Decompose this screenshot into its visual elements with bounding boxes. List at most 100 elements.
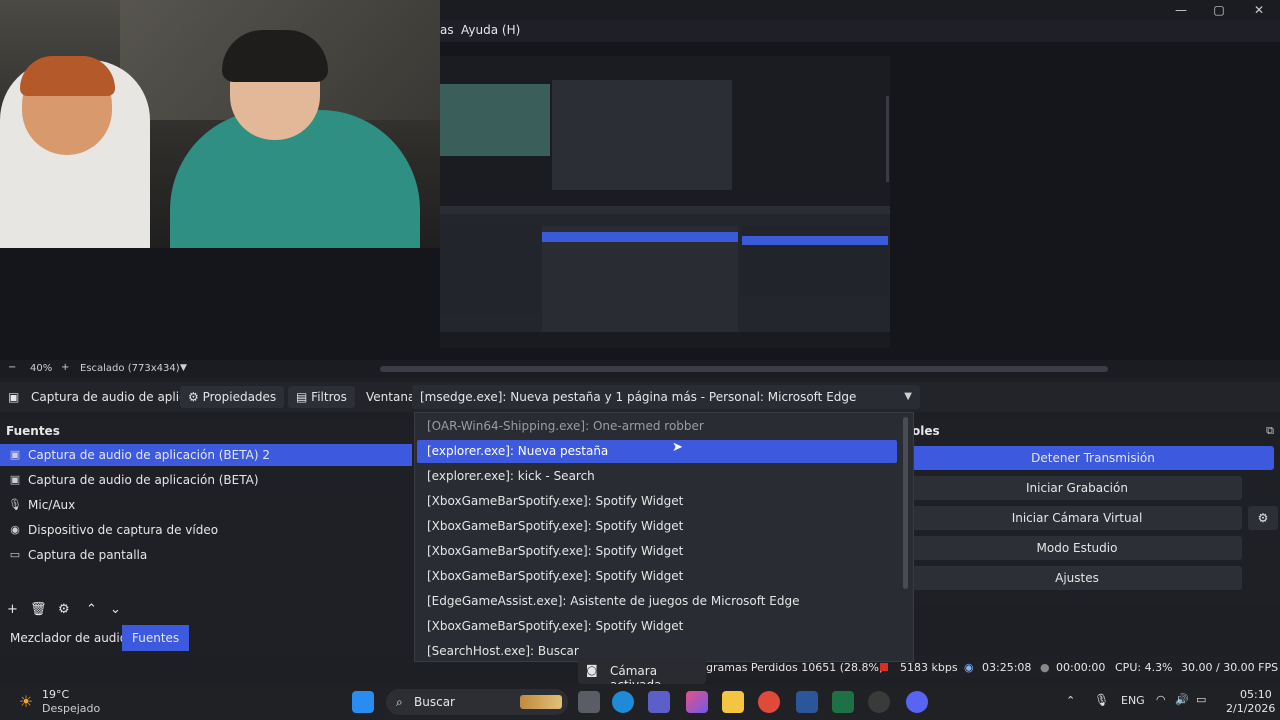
selected-source-name: Captura de audio de aplica — [31, 390, 194, 404]
word-icon[interactable] — [796, 691, 818, 713]
dropdown-item[interactable]: [EdgeGameAssist.exe]: Asistente de juego… — [417, 590, 897, 613]
app-audio-icon: ▣ — [8, 390, 20, 404]
gear-icon: ⚙ — [188, 390, 199, 404]
source-item[interactable]: 🎙 Mic/Aux — [0, 494, 412, 516]
mouse-cursor-icon: ➤ — [672, 440, 683, 455]
dropdown-item[interactable]: [XboxGameBarSpotify.exe]: Spotify Widget — [417, 515, 897, 538]
window-select-value: [msedge.exe]: Nueva pestaña y 1 página m… — [420, 390, 857, 404]
file-explorer-icon[interactable] — [722, 691, 744, 713]
microphone-icon: 🎙 — [8, 498, 22, 511]
dropdown-scrollbar[interactable] — [903, 417, 908, 589]
cpu-usage: CPU: 4.3% — [1115, 661, 1173, 674]
controls-dock: oles ⧉ Detener Transmisión Iniciar Graba… — [912, 420, 1280, 606]
gear-icon[interactable]: ⚙ — [58, 602, 70, 617]
source-item[interactable]: ▣ Captura de audio de aplicación (BETA) … — [0, 444, 412, 466]
source-item-label: Captura de audio de aplicación (BETA) — [28, 473, 259, 487]
filters-label: Filtros — [311, 390, 347, 404]
discord-icon[interactable] — [906, 691, 928, 713]
dropdown-item[interactable]: [XboxGameBarSpotify.exe]: Spotify Widget — [417, 565, 897, 588]
window-select[interactable]: [msedge.exe]: Nueva pestaña y 1 página m… — [412, 385, 920, 409]
preview-horizontal-scrollbar[interactable] — [380, 366, 1108, 372]
menu-item-help[interactable]: Ayuda (H) — [461, 23, 520, 37]
tab-audio-mixer[interactable]: Mezclador de audio — [0, 625, 137, 651]
source-item-label: Mic/Aux — [28, 498, 76, 512]
chevron-down-icon[interactable]: ▼ — [180, 363, 187, 373]
start-recording-button[interactable]: Iniciar Grabación — [912, 476, 1242, 500]
microphone-icon[interactable]: 🎙 — [1094, 693, 1109, 707]
trash-icon[interactable]: 🗑 — [30, 602, 47, 617]
source-item[interactable]: ◉ Dispositivo de captura de vídeo — [0, 519, 412, 541]
stop-stream-button[interactable]: Detener Transmisión — [912, 446, 1274, 470]
chrome-icon[interactable] — [758, 691, 780, 713]
wifi-icon[interactable]: ◠ — [1156, 693, 1166, 706]
chevron-up-icon[interactable]: ⌃ — [86, 602, 97, 617]
language-indicator[interactable]: ENG — [1121, 694, 1145, 707]
start-virtual-camera-button[interactable]: Iniciar Cámara Virtual — [912, 506, 1242, 530]
weather-desc[interactable]: Despejado — [42, 702, 100, 715]
filters-button[interactable]: ▤ Filtros — [288, 386, 355, 408]
chevron-down-icon: ▼ — [904, 391, 912, 402]
camera-icon: ◉ — [10, 523, 20, 536]
close-button[interactable]: ✕ — [1244, 2, 1274, 18]
dropdown-item[interactable]: [explorer.exe]: kick - Search — [417, 465, 897, 488]
recording-dot-icon — [880, 663, 888, 671]
nested-scrollbar — [886, 96, 889, 182]
add-icon[interactable]: + — [7, 602, 18, 617]
frames-dropped: gramas Perdidos 10651 (28.8%) — [706, 661, 884, 674]
virtual-camera-settings-button[interactable]: ⚙ — [1248, 506, 1278, 530]
copilot-icon[interactable] — [686, 691, 708, 713]
source-item[interactable]: ▣ Captura de audio de aplicación (BETA) — [0, 469, 412, 491]
dropdown-item[interactable]: [XboxGameBarSpotify.exe]: Spotify Widget — [417, 615, 897, 638]
studio-mode-button[interactable]: Modo Estudio — [912, 536, 1242, 560]
zoom-out-button[interactable]: − — [8, 362, 16, 373]
edge-icon[interactable] — [612, 691, 634, 713]
filter-icon: ▤ — [296, 390, 308, 404]
dropdown-item[interactable]: [XboxGameBarSpotify.exe]: Spotify Widget — [417, 490, 897, 513]
sources-title: Fuentes — [6, 424, 60, 438]
webcam-feed — [0, 0, 440, 248]
clock-date[interactable]: 2/1/2026 — [1226, 702, 1275, 715]
dropdown-item[interactable]: [XboxGameBarSpotify.exe]: Spotify Widget — [417, 540, 897, 563]
obs-icon[interactable] — [868, 691, 890, 713]
source-properties-bar: ▣ Captura de audio de aplica ⚙ Propiedad… — [0, 382, 1280, 412]
camera-icon: ◙ — [586, 663, 598, 677]
volume-icon[interactable]: 🔊 — [1175, 693, 1189, 706]
taskbar-search[interactable]: ⌕ Buscar — [386, 689, 568, 715]
scale-label: Escalado (773x434) — [80, 363, 180, 374]
maximize-button[interactable]: ▢ — [1204, 2, 1234, 18]
app-audio-icon: ▣ — [9, 448, 21, 461]
taskbar: ☀ 19°C Despejado ⌕ Buscar ⌃ 🎙 ENG ◠ 🔊 ▭ … — [0, 684, 1280, 720]
monitor-icon: ▭ — [9, 548, 21, 561]
undock-icon[interactable]: ⧉ — [1266, 424, 1274, 438]
battery-icon[interactable]: ▭ — [1196, 693, 1206, 706]
source-item-label: Captura de audio de aplicación (BETA) 2 — [28, 448, 270, 462]
zoom-in-button[interactable]: + — [61, 362, 69, 373]
dropdown-item[interactable]: [explorer.exe]: Nueva pestaña — [417, 440, 897, 463]
teams-icon[interactable] — [648, 691, 670, 713]
properties-label: Propiedades — [202, 390, 277, 404]
record-time: 00:00:00 — [1056, 661, 1106, 674]
fps-readout: 30.00 / 30.00 FPS — [1181, 661, 1279, 674]
gear-icon: ⚙ — [1257, 511, 1269, 525]
search-highlight-image — [520, 695, 562, 709]
task-view-icon[interactable] — [578, 691, 600, 713]
broadcast-icon: ◉ — [964, 661, 974, 674]
weather-temp[interactable]: 19°C — [42, 688, 69, 701]
chevron-down-icon[interactable]: ⌄ — [110, 602, 121, 617]
app-audio-icon: ▣ — [9, 473, 21, 486]
clock-time[interactable]: 05:10 — [1240, 688, 1272, 701]
dropdown-item[interactable]: [OAR-Win64-Shipping.exe]: One-armed robb… — [417, 415, 897, 438]
tab-sources[interactable]: Fuentes — [122, 625, 190, 651]
excel-icon[interactable] — [832, 691, 854, 713]
weather-icon[interactable]: ☀ — [14, 691, 38, 713]
windows-start-icon[interactable] — [352, 691, 374, 713]
menu-item-tools-partial[interactable]: as — [440, 23, 454, 37]
chevron-up-icon[interactable]: ⌃ — [1066, 694, 1075, 707]
screen-capture-preview — [440, 56, 890, 348]
source-item[interactable]: ▭ Captura de pantalla — [0, 544, 412, 566]
settings-button[interactable]: Ajustes — [912, 566, 1242, 590]
minimize-button[interactable]: — — [1166, 2, 1196, 18]
taskbar-search-label: Buscar — [414, 695, 455, 709]
properties-button[interactable]: ⚙ Propiedades — [180, 386, 285, 408]
record-icon: ● — [1040, 661, 1050, 674]
